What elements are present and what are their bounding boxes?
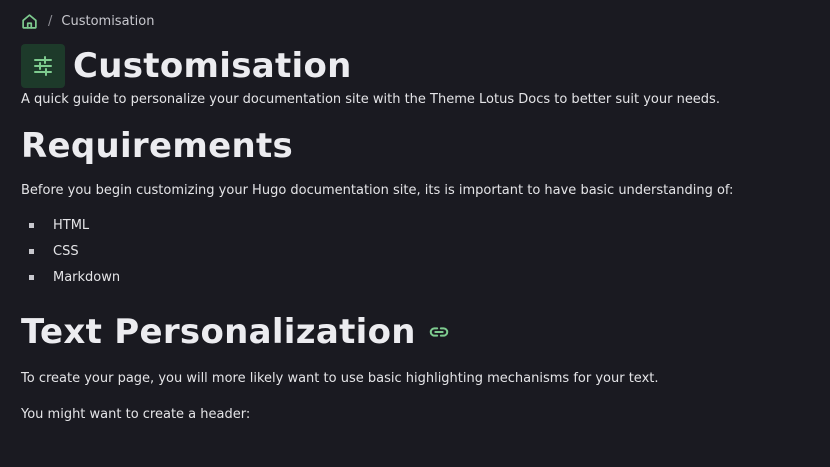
list-item: Markdown <box>21 265 809 291</box>
breadcrumb-current: Customisation <box>61 13 155 29</box>
sliders-icon <box>21 44 65 88</box>
text-personalization-heading: Text Personalization <box>21 310 809 354</box>
page-title: Customisation <box>73 46 352 86</box>
list-item: CSS <box>21 239 809 265</box>
home-icon[interactable] <box>21 13 38 30</box>
breadcrumb-separator: / <box>48 13 53 29</box>
page-lead: A quick guide to personalize your docume… <box>21 92 720 107</box>
page-header: Customisation <box>21 43 809 89</box>
docs-page: / Customisation Customisation A quick gu… <box>0 0 830 467</box>
requirements-heading-text: Requirements <box>21 126 294 166</box>
requirements-heading: Requirements <box>21 124 809 168</box>
text-personalization-heading-text: Text Personalization <box>21 312 416 352</box>
text-personalization-para2: You might want to create a header: <box>21 407 251 422</box>
text-personalization-para1: To create your page, you will more likel… <box>21 371 659 386</box>
breadcrumb: / Customisation <box>21 0 809 41</box>
list-item: HTML <box>21 213 809 239</box>
requirements-intro: Before you begin customizing your Hugo d… <box>21 183 734 198</box>
requirements-list: HTML CSS Markdown <box>21 213 809 291</box>
link-icon[interactable] <box>428 321 450 343</box>
